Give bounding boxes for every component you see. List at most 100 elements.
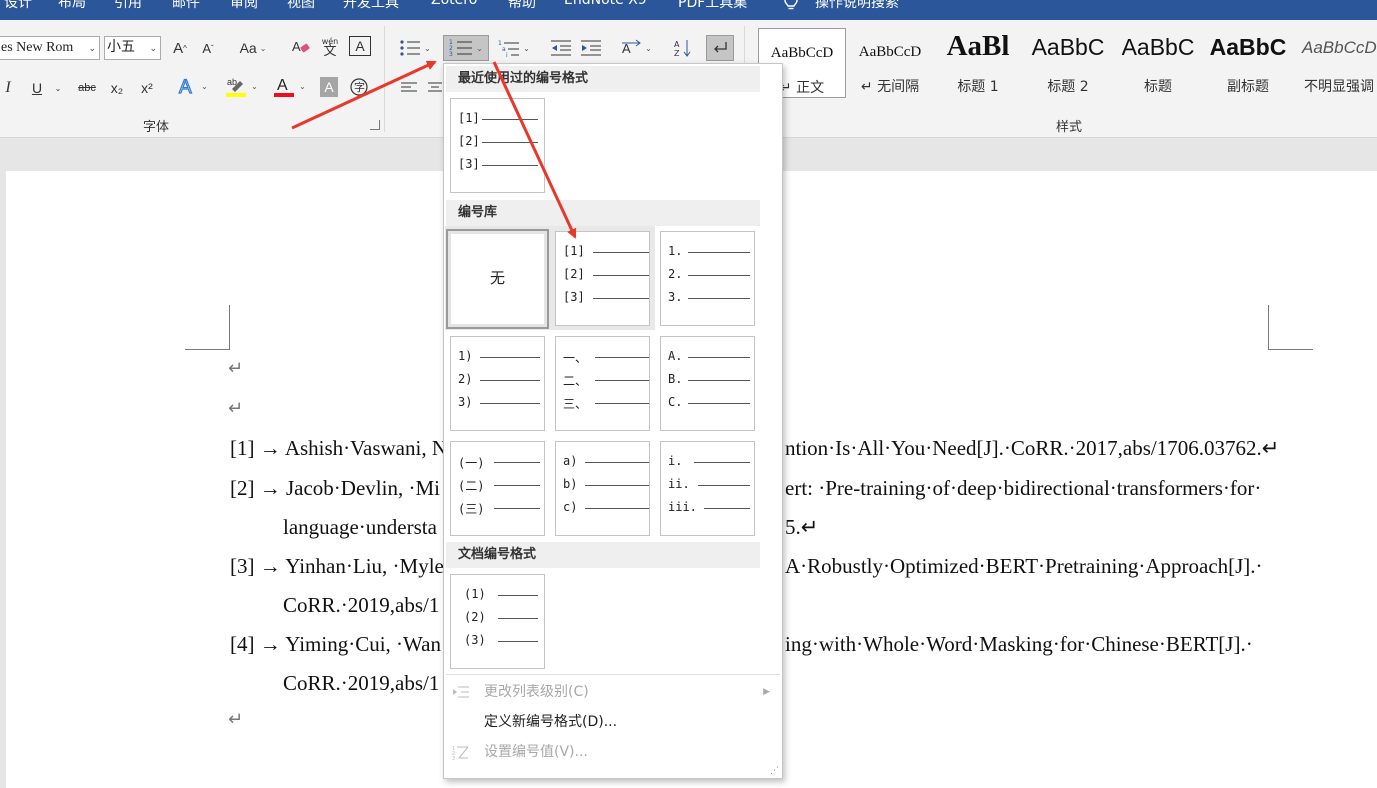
tile-rule: [498, 641, 538, 642]
reference-line[interactable]: [3] → Yinhan·Liu, ·Myle: [230, 554, 444, 579]
change-level-icon: [453, 686, 469, 698]
tile-line: [1]: [458, 111, 540, 125]
recent-format-bracket-numbers[interactable]: [1] [2] [3]: [450, 98, 545, 193]
reference-line[interactable]: A·Robustly·Optimized·BERT·Pretraining·Ap…: [785, 554, 1263, 579]
library-format-chinese-paren[interactable]: (一) (二) (三): [450, 441, 545, 536]
shrink-font-button[interactable]: Aˇ: [198, 37, 218, 59]
library-format-bracket-numbers[interactable]: [1] [2] [3]: [555, 231, 650, 326]
tile-rule: [688, 357, 750, 358]
change-case-label: Aa: [239, 40, 257, 56]
tab-developer[interactable]: 开发工具: [343, 0, 399, 12]
chinese-layout-button[interactable]: A ⌄: [616, 37, 656, 59]
reference-line[interactable]: [2] → Jacob·Devlin, ·Mi: [230, 476, 440, 501]
reference-line[interactable]: language·understa: [283, 515, 437, 540]
reference-line[interactable]: 5.↵: [785, 515, 818, 540]
tile-label: (二): [458, 479, 485, 493]
highlight-button[interactable]: ab ⌄: [220, 75, 262, 97]
multilevel-list-button[interactable]: 1 a i ⌄: [494, 37, 534, 59]
tile-label: [3]: [458, 157, 480, 171]
grow-font-button[interactable]: A ^: [170, 37, 190, 59]
strikethrough-button[interactable]: abc: [74, 77, 100, 99]
subscript-button[interactable]: x₂: [106, 77, 128, 99]
tile-rule: [595, 380, 649, 381]
numbering-button[interactable]: 1 2 3 ⌄: [443, 35, 489, 61]
library-format-chinese-numerals[interactable]: 一、 二、 三、: [555, 336, 650, 431]
svg-text:A: A: [179, 77, 192, 97]
style-subtitle[interactable]: AaBbC 副标题: [1204, 28, 1292, 98]
tile-label: ii.: [668, 477, 690, 491]
library-format-lower-alpha[interactable]: a) b) c): [555, 441, 650, 536]
reference-line[interactable]: CoRR.·2019,abs/1: [283, 593, 439, 618]
tab-design[interactable]: 设计: [4, 0, 32, 12]
character-border-button[interactable]: A: [349, 36, 371, 56]
sort-button[interactable]: AZ: [672, 37, 694, 59]
tab-references[interactable]: 引用: [114, 0, 142, 12]
style-name: 不明显强调: [1304, 79, 1374, 95]
library-format-upper-alpha[interactable]: A. B. C.: [660, 336, 755, 431]
align-left-button[interactable]: [400, 77, 418, 99]
change-case-button[interactable]: Aa ⌄: [234, 37, 272, 59]
tab-view[interactable]: 视图: [287, 0, 315, 12]
styles-group-label: 样式: [1056, 120, 1083, 135]
library-format-decimal-dot[interactable]: 1. 2. 3.: [660, 231, 755, 326]
tab-pdf-tools[interactable]: PDF工具集: [678, 0, 747, 12]
crop-mark: [229, 305, 230, 349]
document-format-paren-numbers[interactable]: (1) (2) (3): [450, 574, 545, 669]
style-no-spacing[interactable]: AaBbCcD ↵ 无间隔: [846, 28, 934, 98]
change-list-level-label: 更改列表级别(C): [484, 684, 589, 700]
clear-format-button[interactable]: A: [290, 36, 312, 58]
show-formatting-marks-button[interactable]: [706, 35, 734, 61]
style-sample: AaBbCcD: [770, 45, 834, 61]
font-color-icon: A: [274, 77, 295, 97]
enclose-characters-button[interactable]: 字: [348, 76, 370, 98]
style-name: 副标题: [1227, 79, 1269, 95]
underline-button[interactable]: U: [28, 77, 46, 99]
decrease-indent-button[interactable]: [550, 37, 572, 59]
library-format-decimal-paren[interactable]: 1) 2) 3): [450, 336, 545, 431]
define-new-number-format-item[interactable]: 定义新编号格式(D)...: [444, 708, 782, 736]
tile-line: ii.: [668, 477, 750, 491]
italic-button[interactable]: I: [2, 77, 14, 99]
font-color-button[interactable]: A ⌄: [268, 75, 310, 97]
font-size-combo[interactable]: 小五 ⌄: [104, 36, 161, 60]
tile-line: (2): [458, 610, 540, 624]
reference-line[interactable]: CoRR.·2019,abs/1: [283, 671, 439, 696]
tab-mailings[interactable]: 邮件: [172, 0, 200, 12]
set-numbering-value-item[interactable]: 123 设置编号值(V)...: [444, 738, 782, 766]
tile-rule: [595, 357, 649, 358]
style-title[interactable]: AaBbC 标题: [1114, 28, 1202, 98]
phonetic-guide-button[interactable]: wén 文: [320, 34, 340, 60]
font-dialog-launcher-icon[interactable]: [370, 120, 380, 130]
reference-line[interactable]: [4] → Yiming·Cui, ·Wan: [230, 632, 441, 657]
reference-line[interactable]: ert: ·Pre-training·of·deep·bidirectional…: [785, 476, 1261, 501]
tile-line: 1.: [668, 244, 750, 258]
chevron-down-icon[interactable]: ⌄: [52, 77, 64, 99]
numbered-list-icon: 123: [449, 39, 473, 58]
character-shading-button[interactable]: A: [320, 77, 338, 97]
bullets-button[interactable]: ⌄: [396, 37, 434, 59]
style-heading-2[interactable]: AaBbC 标题 2: [1024, 28, 1112, 98]
library-format-none[interactable]: 无: [446, 229, 549, 329]
style-heading-1[interactable]: AaBl 标题 1: [934, 28, 1022, 98]
reference-line[interactable]: ing·with·Whole·Word·Masking·for·Chinese·…: [785, 632, 1253, 657]
resize-grip-icon[interactable]: ⋰: [770, 766, 779, 776]
tab-zotero[interactable]: Zotero: [431, 0, 477, 8]
font-name-combo[interactable]: es New Rom ⌄: [0, 36, 100, 60]
align-center-button[interactable]: [428, 77, 442, 99]
phonetic-guide-char: 文: [323, 44, 337, 59]
tab-endnote[interactable]: EndNote X9: [564, 0, 647, 8]
tab-review[interactable]: 审阅: [230, 0, 258, 12]
library-format-lower-roman[interactable]: i. ii. iii.: [660, 441, 755, 536]
increase-indent-button[interactable]: [580, 37, 602, 59]
reference-line[interactable]: [1] → Ashish·Vaswani, N: [230, 436, 447, 461]
superscript-button[interactable]: x²: [136, 77, 158, 99]
reference-line[interactable]: ntion·Is·All·You·Need[J].·CoRR.·2017,abs…: [785, 436, 1279, 461]
tab-help[interactable]: 帮助: [508, 0, 536, 12]
tab-layout[interactable]: 布局: [58, 0, 86, 12]
tell-me-search[interactable]: 操作说明搜索: [815, 0, 899, 12]
change-list-level-item[interactable]: 更改列表级别(C) ▶: [444, 678, 782, 706]
style-subtle-emphasis[interactable]: AaBbCcDd 不明显强调: [1294, 28, 1377, 98]
tile-label: (3): [464, 633, 486, 647]
set-value-icon: 123: [452, 746, 469, 760]
text-effects-button[interactable]: A ⌄: [172, 75, 212, 97]
